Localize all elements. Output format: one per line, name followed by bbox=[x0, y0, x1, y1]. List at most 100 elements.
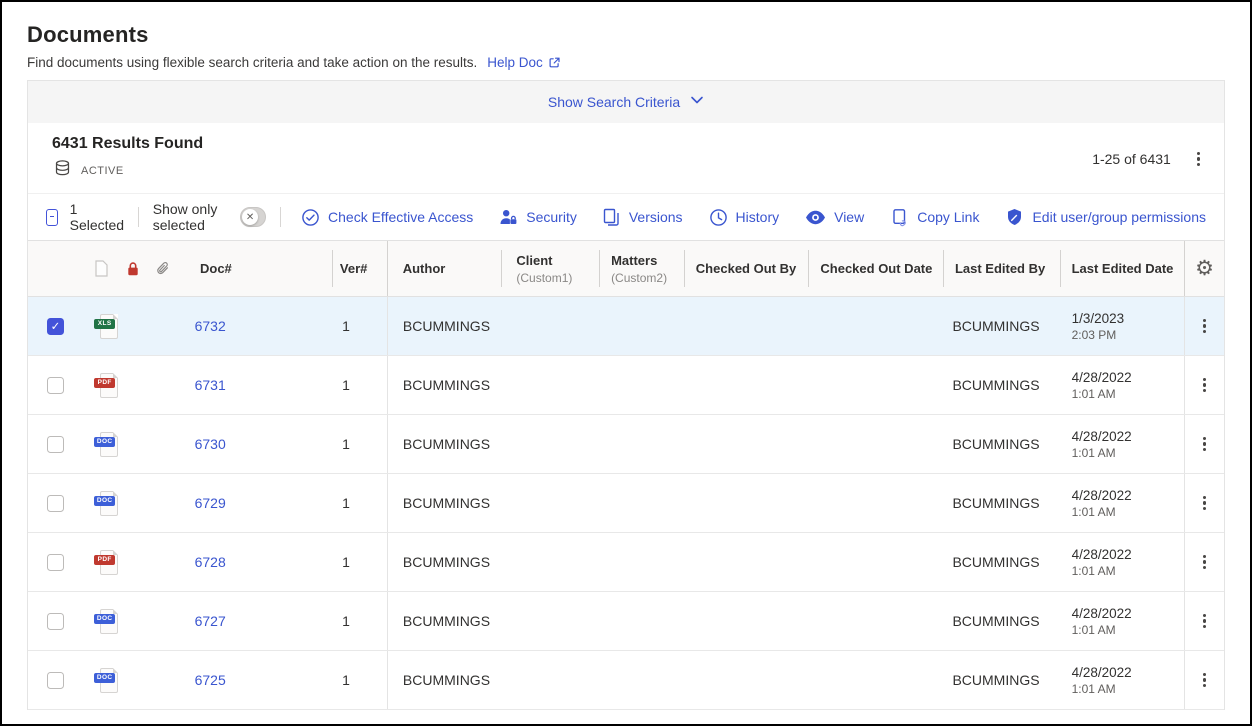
show-only-selected-toggle[interactable]: ✕ bbox=[240, 207, 266, 227]
file-type-icon: PDF bbox=[97, 550, 118, 575]
doc-number-link[interactable]: 6727 bbox=[195, 613, 226, 629]
row-overflow-menu-icon[interactable] bbox=[1195, 372, 1214, 399]
checked-out-date-cell bbox=[808, 474, 943, 532]
author-cell: BCUMMINGS bbox=[387, 297, 502, 355]
checked-out-date-cell bbox=[808, 356, 943, 414]
checked-out-date-cell bbox=[808, 415, 943, 473]
doc-number-link[interactable]: 6729 bbox=[195, 495, 226, 511]
doc-number-link[interactable]: 6731 bbox=[195, 377, 226, 393]
row-overflow-menu-icon[interactable] bbox=[1195, 431, 1214, 458]
results-header: 6431 Results Found ACTIVE 1-25 of 6431 bbox=[28, 123, 1224, 193]
client-cell bbox=[502, 592, 600, 650]
versions-button[interactable]: Versions bbox=[603, 208, 683, 227]
row-overflow-menu-icon[interactable] bbox=[1195, 549, 1214, 576]
col-header-matters[interactable]: Matters(Custom2) bbox=[599, 241, 684, 296]
doc-number-link[interactable]: 6732 bbox=[195, 318, 226, 334]
file-type-badge: DOC bbox=[94, 614, 115, 624]
history-button[interactable]: History bbox=[709, 208, 780, 227]
page-subtitle: Find documents using flexible search cri… bbox=[27, 55, 477, 70]
document-icon bbox=[94, 260, 108, 277]
view-button[interactable]: View bbox=[805, 209, 864, 225]
status-badge: ACTIVE bbox=[81, 165, 124, 177]
matters-cell bbox=[599, 356, 684, 414]
last-edited-by-cell: BCUMMINGS bbox=[943, 297, 1060, 355]
checked-out-date-cell bbox=[808, 297, 943, 355]
table-row[interactable]: DOC 6730 1 BCUMMINGS BCUMMINGS 4/28/2022… bbox=[28, 415, 1224, 474]
copy-link-button[interactable]: Copy Link bbox=[890, 208, 979, 227]
client-cell bbox=[502, 651, 600, 709]
col-header-author[interactable]: Author bbox=[387, 241, 502, 296]
external-link-icon bbox=[548, 56, 561, 69]
last-edited-date-cell: 4/28/2022 1:01 AM bbox=[1060, 533, 1185, 591]
table-row[interactable]: PDF 6731 1 BCUMMINGS BCUMMINGS 4/28/2022… bbox=[28, 356, 1224, 415]
last-edited-by-cell: BCUMMINGS bbox=[943, 651, 1060, 709]
doc-number-link[interactable]: 6728 bbox=[195, 554, 226, 570]
last-edited-by-cell: BCUMMINGS bbox=[943, 474, 1060, 532]
matters-cell bbox=[599, 415, 684, 473]
selected-count-label: 1 Selected bbox=[70, 201, 124, 233]
version-cell: 1 bbox=[332, 415, 387, 473]
last-edited-date-cell: 4/28/2022 1:01 AM bbox=[1060, 592, 1185, 650]
col-header-last-edited-date[interactable]: Last Edited Date bbox=[1060, 241, 1185, 296]
row-checkbox[interactable] bbox=[47, 495, 64, 512]
version-cell: 1 bbox=[332, 297, 387, 355]
copies-icon bbox=[603, 208, 621, 227]
table-row[interactable]: DOC 6725 1 BCUMMINGS BCUMMINGS 4/28/2022… bbox=[28, 651, 1224, 710]
page-title: Documents bbox=[27, 22, 1225, 48]
row-checkbox[interactable] bbox=[47, 554, 64, 571]
divider bbox=[280, 207, 281, 227]
col-header-checked-out-by[interactable]: Checked Out By bbox=[684, 241, 809, 296]
matters-cell bbox=[599, 651, 684, 709]
last-edited-by-cell: BCUMMINGS bbox=[943, 415, 1060, 473]
table-row[interactable]: XLS 6732 1 BCUMMINGS BCUMMINGS 1/3/2023 … bbox=[28, 297, 1224, 356]
doc-number-link[interactable]: 6730 bbox=[195, 436, 226, 452]
security-button[interactable]: Security bbox=[499, 208, 577, 227]
last-edited-date-cell: 4/28/2022 1:01 AM bbox=[1060, 415, 1185, 473]
row-checkbox[interactable] bbox=[47, 436, 64, 453]
help-doc-link[interactable]: Help Doc bbox=[487, 55, 561, 70]
row-overflow-menu-icon[interactable] bbox=[1195, 608, 1214, 635]
table-row[interactable]: DOC 6727 1 BCUMMINGS BCUMMINGS 4/28/2022… bbox=[28, 592, 1224, 651]
file-type-icon: DOC bbox=[97, 491, 118, 516]
row-overflow-menu-icon[interactable] bbox=[1195, 667, 1214, 694]
author-cell: BCUMMINGS bbox=[387, 651, 502, 709]
last-edited-by-cell: BCUMMINGS bbox=[943, 592, 1060, 650]
col-header-last-edited-by[interactable]: Last Edited By bbox=[943, 241, 1060, 296]
matters-cell bbox=[599, 474, 684, 532]
row-checkbox[interactable] bbox=[47, 613, 64, 630]
edit-permissions-button[interactable]: Edit user/group permissions bbox=[1005, 208, 1206, 227]
user-lock-icon bbox=[499, 208, 518, 227]
last-edited-date-cell: 4/28/2022 1:01 AM bbox=[1060, 651, 1185, 709]
col-header-client[interactable]: Client(Custom1) bbox=[501, 241, 599, 296]
version-cell: 1 bbox=[332, 474, 387, 532]
row-checkbox[interactable] bbox=[47, 377, 64, 394]
lock-icon bbox=[126, 261, 140, 277]
file-type-badge: DOC bbox=[94, 496, 115, 506]
row-checkbox[interactable] bbox=[47, 672, 64, 689]
version-cell: 1 bbox=[332, 592, 387, 650]
gear-icon[interactable]: ⚙ bbox=[1195, 258, 1214, 279]
doc-number-link[interactable]: 6725 bbox=[195, 672, 226, 688]
eye-icon bbox=[805, 210, 826, 225]
select-all-checkbox[interactable] bbox=[46, 209, 58, 226]
documents-app-window: Documents Find documents using flexible … bbox=[0, 0, 1252, 726]
col-header-checked-out-date[interactable]: Checked Out Date bbox=[808, 241, 943, 296]
row-overflow-menu-icon[interactable] bbox=[1195, 313, 1214, 340]
table-row[interactable]: DOC 6729 1 BCUMMINGS BCUMMINGS 4/28/2022… bbox=[28, 474, 1224, 533]
results-overflow-menu-icon[interactable] bbox=[1189, 146, 1208, 173]
file-type-icon: DOC bbox=[97, 609, 118, 634]
last-edited-date-cell: 4/28/2022 1:01 AM bbox=[1060, 474, 1185, 532]
author-cell: BCUMMINGS bbox=[387, 415, 502, 473]
checked-out-by-cell bbox=[684, 415, 809, 473]
version-cell: 1 bbox=[332, 533, 387, 591]
clock-icon bbox=[709, 208, 728, 227]
col-header-doc[interactable]: Doc# bbox=[200, 261, 232, 276]
check-effective-access-button[interactable]: Check Effective Access bbox=[301, 208, 473, 227]
file-type-icon: DOC bbox=[97, 432, 118, 457]
col-header-ver[interactable]: Ver# bbox=[332, 241, 387, 296]
row-checkbox[interactable] bbox=[47, 318, 64, 335]
row-overflow-menu-icon[interactable] bbox=[1195, 490, 1214, 517]
divider bbox=[138, 207, 139, 227]
show-search-criteria-toggle[interactable]: Show Search Criteria bbox=[28, 81, 1224, 123]
table-row[interactable]: PDF 6728 1 BCUMMINGS BCUMMINGS 4/28/2022… bbox=[28, 533, 1224, 592]
